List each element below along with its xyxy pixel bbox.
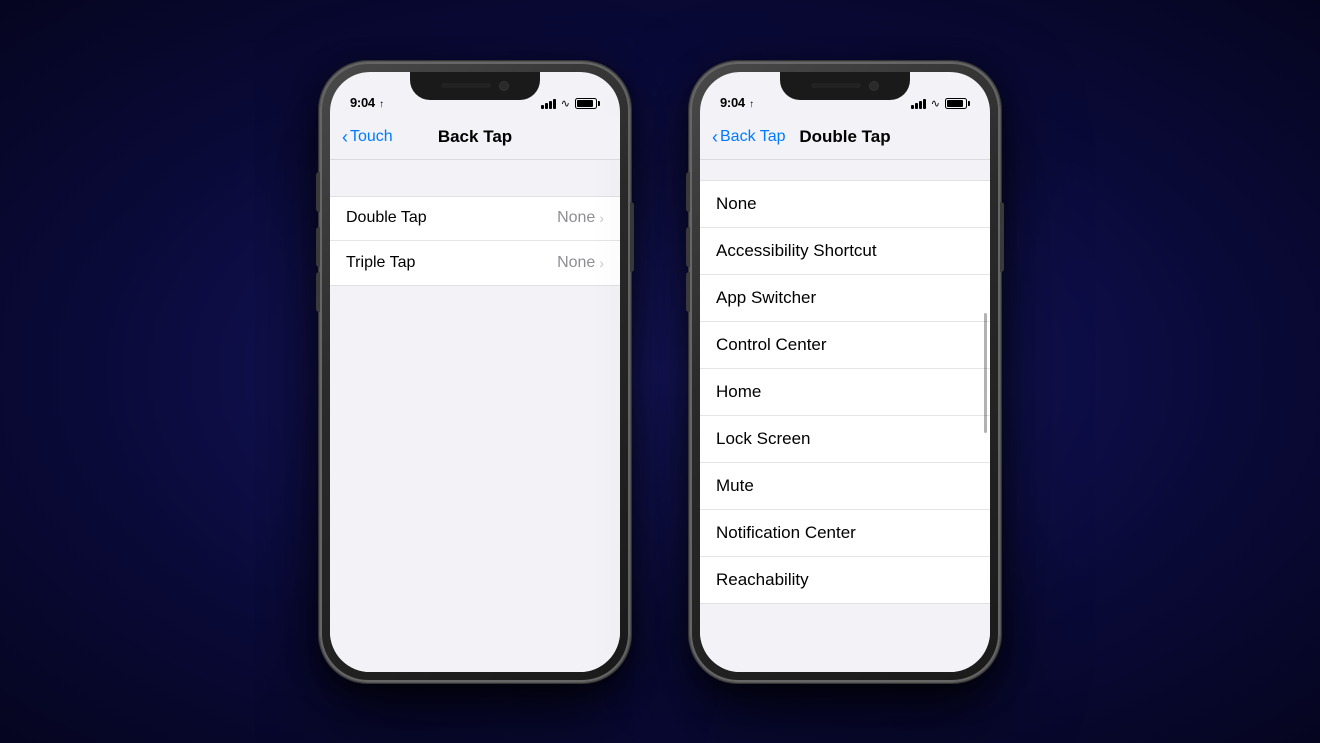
right-nav-title: Double Tap bbox=[799, 127, 890, 147]
left-wifi-icon: ∿ bbox=[561, 97, 570, 110]
signal-bar-1 bbox=[541, 105, 544, 109]
signal-bar-2 bbox=[545, 103, 548, 109]
right-battery-icon bbox=[945, 98, 970, 109]
right-none-label: None bbox=[716, 194, 757, 214]
signal-bar-3 bbox=[549, 101, 552, 109]
right-notification-label: Notification Center bbox=[716, 523, 856, 543]
right-content: None Accessibility Shortcut App Switcher… bbox=[700, 160, 990, 672]
right-mute-label: Mute bbox=[716, 476, 754, 496]
left-phone: 9:04 ↑ ∿ bbox=[320, 62, 630, 682]
left-battery-fill bbox=[577, 100, 593, 107]
right-lockscreen-row[interactable]: Lock Screen bbox=[700, 416, 990, 463]
left-signal bbox=[541, 98, 556, 109]
right-camera bbox=[869, 81, 879, 91]
left-triple-tap-value: None › bbox=[557, 254, 604, 272]
right-accessibility-label: Accessibility Shortcut bbox=[716, 241, 877, 261]
left-notch bbox=[410, 72, 540, 100]
right-battery-fill bbox=[947, 100, 963, 107]
signal-bar-4 bbox=[553, 99, 556, 109]
right-reachability-row[interactable]: Reachability bbox=[700, 557, 990, 603]
right-controlcenter-row[interactable]: Control Center bbox=[700, 322, 990, 369]
left-status-icons: ∿ bbox=[541, 97, 600, 110]
left-time: 9:04 ↑ bbox=[350, 95, 384, 110]
right-back-button[interactable]: ‹ Back Tap bbox=[712, 128, 786, 146]
left-content: Double Tap None › Triple Tap None › bbox=[330, 160, 620, 672]
left-back-chevron: ‹ bbox=[342, 128, 348, 146]
left-phone-screen: 9:04 ↑ ∿ bbox=[330, 72, 620, 672]
right-battery-body bbox=[945, 98, 967, 109]
right-location-icon: ↑ bbox=[749, 99, 754, 110]
left-camera bbox=[499, 81, 509, 91]
right-accessibility-row[interactable]: Accessibility Shortcut bbox=[700, 228, 990, 275]
left-back-label[interactable]: Touch bbox=[350, 128, 393, 146]
right-signal bbox=[911, 98, 926, 109]
left-triple-tap-chevron: › bbox=[599, 255, 604, 271]
right-none-row[interactable]: None bbox=[700, 181, 990, 228]
left-triple-tap-label: Triple Tap bbox=[346, 254, 415, 272]
left-battery-body bbox=[575, 98, 597, 109]
right-back-label[interactable]: Back Tap bbox=[720, 128, 786, 146]
right-speaker bbox=[811, 83, 861, 88]
left-double-tap-value-text: None bbox=[557, 209, 595, 227]
right-signal-bar-1 bbox=[911, 105, 914, 109]
left-back-button[interactable]: ‹ Touch bbox=[342, 128, 393, 146]
left-top-spacer bbox=[330, 160, 620, 196]
left-battery-tip bbox=[598, 101, 600, 106]
right-top-spacer bbox=[700, 160, 990, 180]
right-phone: 9:04 ↑ ∿ bbox=[690, 62, 1000, 682]
left-double-tap-value: None › bbox=[557, 209, 604, 227]
right-notification-row[interactable]: Notification Center bbox=[700, 510, 990, 557]
left-nav-title: Back Tap bbox=[438, 127, 512, 147]
right-reachability-label: Reachability bbox=[716, 570, 809, 590]
left-double-tap-label: Double Tap bbox=[346, 209, 427, 227]
right-time: 9:04 ↑ bbox=[720, 95, 754, 110]
right-home-label: Home bbox=[716, 382, 761, 402]
right-scroll-indicator bbox=[984, 313, 987, 433]
right-list-section: None Accessibility Shortcut App Switcher… bbox=[700, 180, 990, 604]
right-appswitcher-row[interactable]: App Switcher bbox=[700, 275, 990, 322]
right-battery-tip bbox=[968, 101, 970, 106]
left-location-icon: ↑ bbox=[379, 99, 384, 110]
right-phone-screen: 9:04 ↑ ∿ bbox=[700, 72, 990, 672]
left-speaker bbox=[441, 83, 491, 88]
left-battery-icon bbox=[575, 98, 600, 109]
right-appswitcher-label: App Switcher bbox=[716, 288, 816, 308]
right-controlcenter-label: Control Center bbox=[716, 335, 827, 355]
left-double-tap-chevron: › bbox=[599, 210, 604, 226]
right-nav-bar: ‹ Back Tap Double Tap bbox=[700, 116, 990, 160]
right-notch bbox=[780, 72, 910, 100]
left-list-section: Double Tap None › Triple Tap None › bbox=[330, 196, 620, 286]
right-home-row[interactable]: Home bbox=[700, 369, 990, 416]
right-signal-bar-2 bbox=[915, 103, 918, 109]
right-back-chevron: ‹ bbox=[712, 128, 718, 146]
left-triple-tap-value-text: None bbox=[557, 254, 595, 272]
right-lockscreen-label: Lock Screen bbox=[716, 429, 811, 449]
right-wifi-icon: ∿ bbox=[931, 97, 940, 110]
left-triple-tap-row[interactable]: Triple Tap None › bbox=[330, 241, 620, 285]
right-signal-bar-4 bbox=[923, 99, 926, 109]
left-nav-bar: ‹ Touch Back Tap bbox=[330, 116, 620, 160]
right-mute-row[interactable]: Mute bbox=[700, 463, 990, 510]
right-signal-bar-3 bbox=[919, 101, 922, 109]
right-status-icons: ∿ bbox=[911, 97, 970, 110]
left-double-tap-row[interactable]: Double Tap None › bbox=[330, 197, 620, 241]
